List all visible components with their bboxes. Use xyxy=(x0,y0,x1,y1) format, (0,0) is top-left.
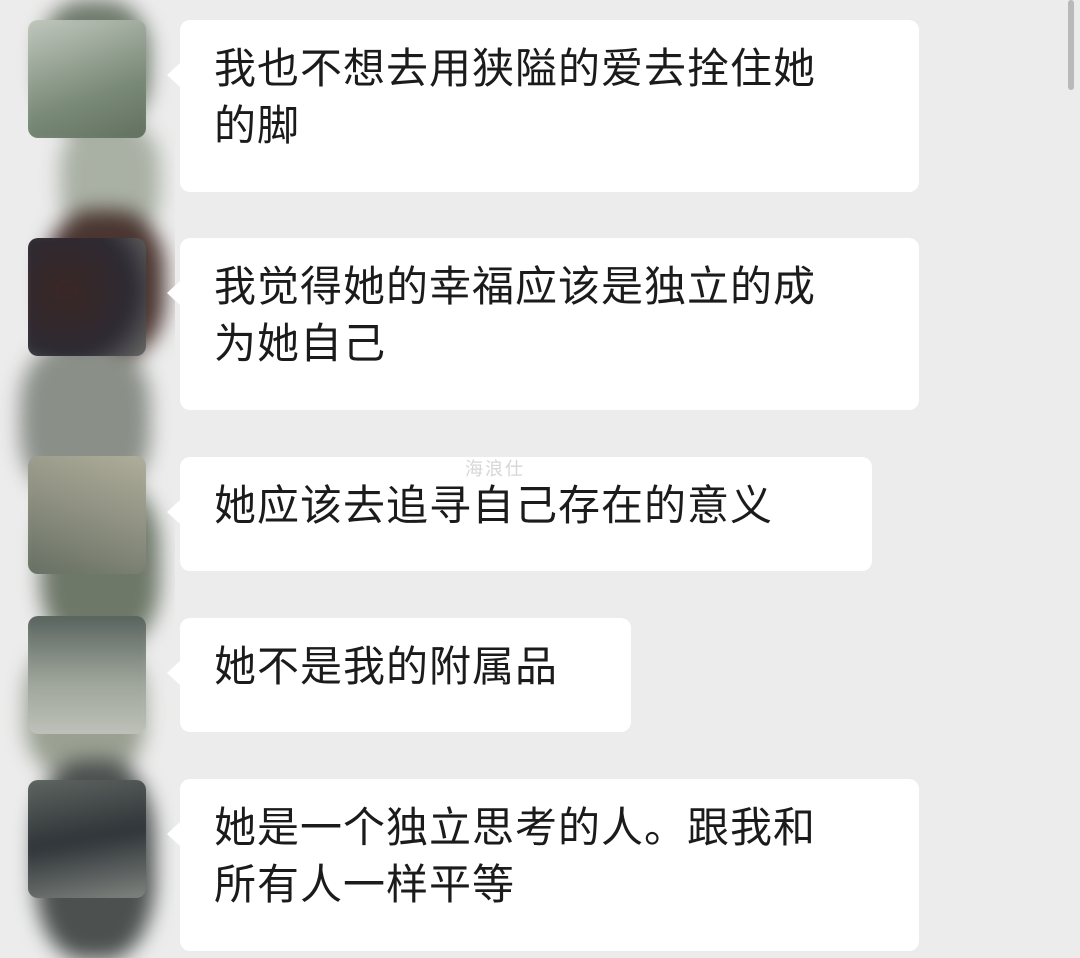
avatar[interactable] xyxy=(28,456,146,574)
message-bubble[interactable]: 她不是我的附属品 xyxy=(167,618,631,732)
message-text-line: 所有人一样平等 xyxy=(214,860,516,909)
avatar[interactable] xyxy=(28,20,146,138)
scrollbar[interactable] xyxy=(1068,0,1074,90)
avatar[interactable] xyxy=(28,780,146,898)
message-text-line: 的脚 xyxy=(214,101,301,150)
avatar[interactable] xyxy=(28,238,146,356)
message-text-line: 她是一个独立思考的人。跟我和 xyxy=(214,803,817,852)
avatar[interactable] xyxy=(28,616,146,734)
message-text-line: 我也不想去用狭隘的爱去拴住她 xyxy=(214,44,817,93)
chat-screen: 我也不想去用狭隘的爱去拴住她 的脚 我觉得她的幸福应该是独立的成 为她自己 她应… xyxy=(0,0,1080,958)
watermark: 海浪仕 xyxy=(465,459,525,480)
message-text-line: 为她自己 xyxy=(214,319,387,368)
message-text-line: 她应该去追寻自己存在的意义 xyxy=(214,481,774,530)
message-text-line: 我觉得她的幸福应该是独立的成 xyxy=(214,262,817,311)
message-text-line: 她不是我的附属品 xyxy=(214,642,559,691)
message-bubble[interactable]: 她应该去追寻自己存在的意义 xyxy=(167,457,872,571)
message-bubble[interactable]: 我觉得她的幸福应该是独立的成 为她自己 xyxy=(167,238,919,410)
message-bubble[interactable]: 我也不想去用狭隘的爱去拴住她 的脚 xyxy=(167,20,919,192)
message-bubble[interactable]: 她是一个独立思考的人。跟我和 所有人一样平等 xyxy=(167,779,919,951)
